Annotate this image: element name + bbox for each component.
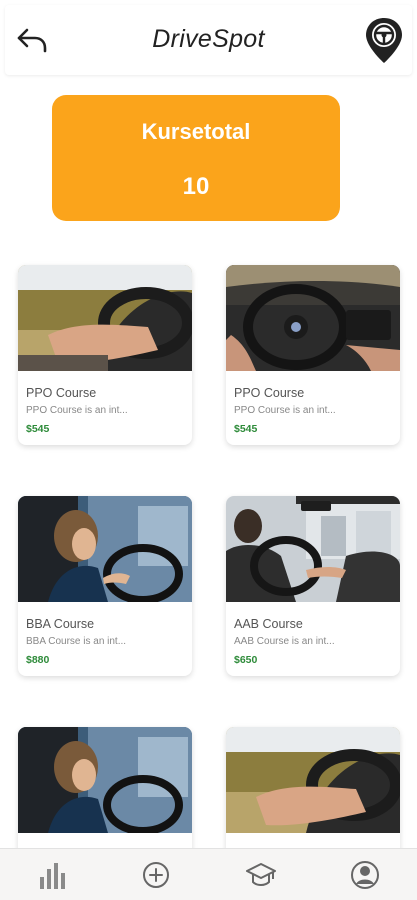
course-description: AAB Course is an int... (234, 636, 335, 647)
course-description: BBA Course is an int... (26, 636, 127, 647)
course-thumbnail (18, 496, 192, 602)
app-title: DriveSpot (152, 25, 265, 53)
course-card[interactable]: BBA Course BBA Course is an int... $880 (18, 496, 192, 676)
app-header: DriveSpot (5, 5, 412, 75)
course-price: $545 (26, 423, 50, 435)
course-total-card: Kursetotal 10 (52, 95, 340, 221)
course-thumbnail (18, 727, 192, 833)
course-price: $880 (26, 654, 50, 666)
bottom-navigation (0, 848, 417, 900)
course-thumbnail (226, 265, 400, 371)
course-card[interactable]: AAB Course AAB Course is an int... $650 (226, 496, 400, 676)
course-price: $545 (234, 423, 258, 435)
course-name: PPO Course (234, 386, 305, 400)
course-card[interactable]: PPO Course PPO Course is an int... $545 (226, 265, 400, 445)
course-card[interactable]: PPO Course PPO Course is an int... $545 (18, 265, 192, 445)
driving-school-logo-icon[interactable] (364, 16, 404, 66)
course-name: BBA Course (26, 617, 95, 631)
course-name: AAB Course (234, 617, 303, 631)
course-total-value: 10 (182, 173, 210, 200)
profile-icon[interactable] (349, 859, 381, 891)
course-description: PPO Course is an int... (234, 405, 336, 416)
add-circle-icon[interactable] (140, 859, 172, 891)
course-description: PPO Course is an int... (26, 405, 128, 416)
course-total-label: Kursetotal (141, 119, 251, 144)
graduation-cap-icon[interactable] (245, 859, 277, 891)
course-thumbnail (226, 496, 400, 602)
course-thumbnail (18, 265, 192, 371)
course-price: $650 (234, 654, 258, 666)
course-name: PPO Course (26, 386, 97, 400)
course-thumbnail (226, 727, 400, 833)
bar-chart-icon[interactable] (37, 859, 69, 891)
